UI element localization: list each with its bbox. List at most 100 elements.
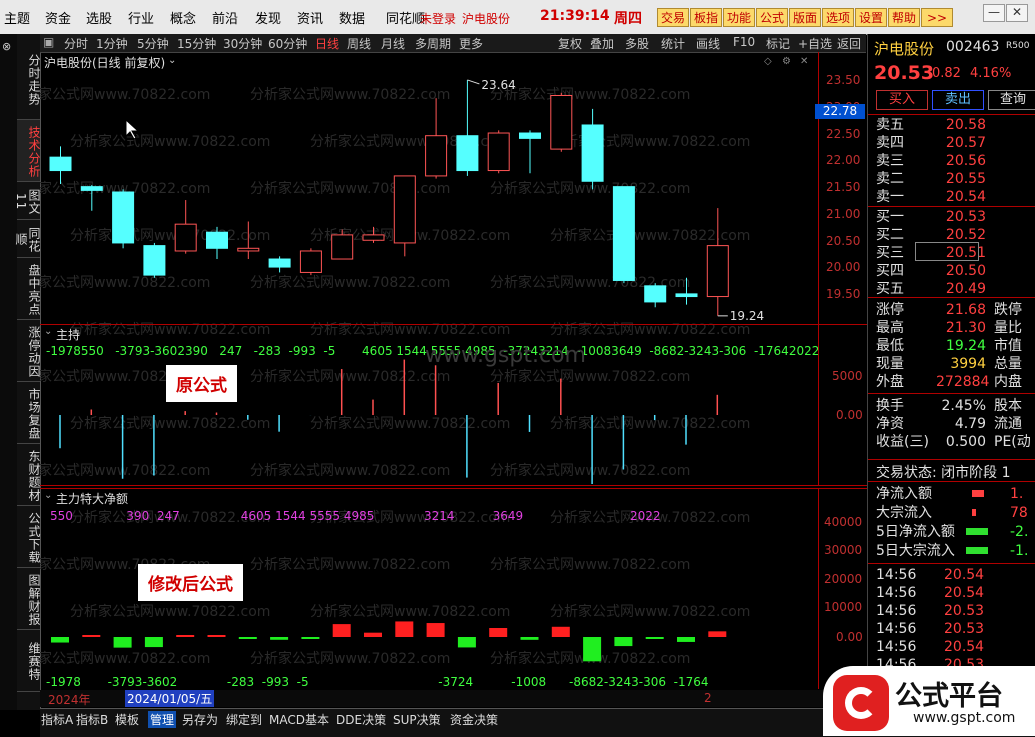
menu-item[interactable]: 主题 — [4, 8, 30, 27]
left-tab[interactable]: 涨停动因 — [17, 320, 41, 382]
kline-chart: 23.64 19.24 — [49, 78, 764, 323]
bottom-tab-active[interactable]: 管理 — [148, 711, 177, 728]
toolbar-item[interactable]: +自选 — [798, 35, 832, 52]
close-icon[interactable]: ✕ — [1006, 4, 1028, 22]
toolbar-button-help[interactable]: 帮助 — [888, 8, 921, 27]
tick-list: 14:56 20.54 14:56 20.54 14:56 20.53 14:56 20.53… — [868, 564, 1035, 674]
candle-body — [581, 124, 604, 182]
menu-item[interactable]: 行业 — [128, 8, 154, 27]
date-end-mark: 2 — [704, 691, 712, 705]
period-tab-active[interactable]: 日线 — [315, 35, 339, 52]
menu-item[interactable]: 前沿 — [212, 8, 238, 27]
login-status[interactable]: 未登录 — [420, 10, 456, 27]
bottom-tab[interactable]: 另存为 — [182, 711, 218, 728]
period-tab[interactable]: 更多 — [459, 35, 483, 52]
logo-url: www.gspt.com — [913, 710, 1016, 726]
toolbar-button-function[interactable]: 功能 — [723, 8, 756, 27]
menu-item[interactable]: 资讯 — [297, 8, 323, 27]
toolbar-item[interactable]: 画线 — [696, 35, 720, 52]
expand-icon[interactable]: ⊗ — [2, 40, 11, 53]
period-tab[interactable]: 多周期 — [415, 35, 451, 52]
flow-row: 大宗流入 78 — [876, 504, 1035, 522]
bottom-tab[interactable]: MACD基本 — [269, 711, 329, 728]
left-tab[interactable]: 图文11 — [14, 182, 41, 220]
toolbar-item[interactable]: 叠加 — [590, 35, 614, 52]
price-change-pct: 4.16% — [970, 66, 1012, 81]
left-tab[interactable]: 分时走势 — [17, 38, 41, 120]
bottom-tab[interactable]: 资金决策 — [450, 711, 498, 728]
period-tab[interactable]: 60分钟 — [268, 35, 307, 52]
candle-body — [268, 258, 291, 268]
flow-label: 大宗流入 — [876, 505, 932, 521]
bottom-tab[interactable]: 指标B — [76, 711, 108, 728]
stat-label: 收益(三) — [876, 434, 929, 450]
buy-button[interactable]: 买入 — [876, 90, 928, 110]
toolbar-item[interactable]: 返回 — [837, 35, 861, 52]
period-tab[interactable]: 15分钟 — [177, 35, 216, 52]
candle-body — [519, 132, 541, 139]
bottom-tab[interactable]: DDE决策 — [336, 711, 386, 728]
toolbar-item[interactable]: 复权 — [558, 35, 582, 52]
left-tab[interactable]: 技术分析 — [17, 120, 41, 182]
query-button[interactable]: 查询 — [988, 90, 1035, 110]
panel-toggle-icon[interactable]: ▣ — [43, 35, 54, 49]
bottom-tab[interactable]: 绑定到 — [226, 711, 262, 728]
candle-body — [612, 186, 635, 281]
stock-name: 沪电股份 — [874, 40, 935, 58]
toolbar-button-formula[interactable]: 公式 — [756, 8, 789, 27]
pane2-tick: 20000 — [824, 572, 863, 586]
bottom-tab[interactable]: SUP决策 — [393, 711, 441, 728]
menu-item[interactable]: 概念 — [170, 8, 196, 27]
pane2-bar — [207, 635, 226, 637]
bottom-tab[interactable]: 模板 — [115, 711, 139, 728]
toolbar-button-index[interactable]: 板指 — [690, 8, 723, 27]
menu-item[interactable]: 发现 — [255, 8, 281, 27]
menu-item[interactable]: 资金 — [45, 8, 71, 27]
left-tab[interactable]: 同花顺 — [14, 220, 41, 258]
level-label: 卖五 — [876, 117, 904, 133]
toolbar-item[interactable]: 标记 — [766, 35, 790, 52]
left-tab[interactable]: 盘中亮点 — [17, 258, 41, 320]
period-tab[interactable]: 分时 — [64, 35, 88, 52]
stat-label-2: 市值 — [994, 338, 1022, 354]
period-tab[interactable]: 1分钟 — [96, 35, 128, 52]
toolbar-button-more[interactable]: >> — [921, 8, 953, 27]
left-tab[interactable]: 市场复盘 — [17, 382, 41, 444]
candle-body — [112, 191, 135, 244]
sell-button[interactable]: 卖出 — [932, 90, 984, 110]
toolbar-button-options[interactable]: 选项 — [822, 8, 855, 27]
toolbar-item[interactable]: 多股 — [625, 35, 649, 52]
stat-label: 外盘 — [876, 374, 904, 390]
left-tab[interactable]: 图解财报 — [17, 568, 41, 630]
period-tab[interactable]: 周线 — [347, 35, 371, 52]
left-tab[interactable]: 维赛特 — [17, 630, 41, 692]
candle-body — [425, 135, 448, 177]
stat-label-2: PE(动 — [994, 434, 1031, 450]
bottom-tab[interactable]: 指标A — [41, 711, 73, 728]
menu-item[interactable]: 选股 — [86, 8, 112, 27]
pane-separator — [40, 485, 867, 486]
candle-body — [675, 293, 698, 298]
toolbar-item[interactable]: 统计 — [661, 35, 685, 52]
price-change: 0.82 — [932, 66, 961, 81]
level-label: 卖二 — [876, 171, 904, 187]
pane1-chart — [59, 359, 719, 484]
flow-value: -1. — [1010, 543, 1029, 559]
current-price-tag: 22.78 — [815, 104, 865, 119]
toolbar-button-layout[interactable]: 版面 — [789, 8, 822, 27]
toolbar-button-settings[interactable]: 设置 — [855, 8, 888, 27]
toolbar-item[interactable]: F10 — [733, 35, 755, 49]
level-label: 买四 — [876, 263, 904, 279]
clock: 21:39:14 — [540, 8, 610, 24]
period-tab[interactable]: 30分钟 — [223, 35, 262, 52]
period-tab[interactable]: 5分钟 — [137, 35, 169, 52]
minimize-icon[interactable]: — — [983, 4, 1005, 22]
toolbar-button-trade[interactable]: 交易 — [657, 8, 690, 27]
left-tab[interactable]: 东财题材 — [17, 444, 41, 506]
left-tab[interactable]: 公式下载 — [17, 506, 41, 568]
period-tab[interactable]: 月线 — [381, 35, 405, 52]
bid3-highlight — [915, 242, 979, 261]
stats-block: 涨停 21.68 跌停 最高 21.30 量比 最低 19.24 市值 现量 3994 总量 外盘 272… — [868, 299, 1035, 459]
tick-price: 20.53 — [944, 603, 985, 619]
menu-item[interactable]: 数据 — [339, 8, 365, 27]
